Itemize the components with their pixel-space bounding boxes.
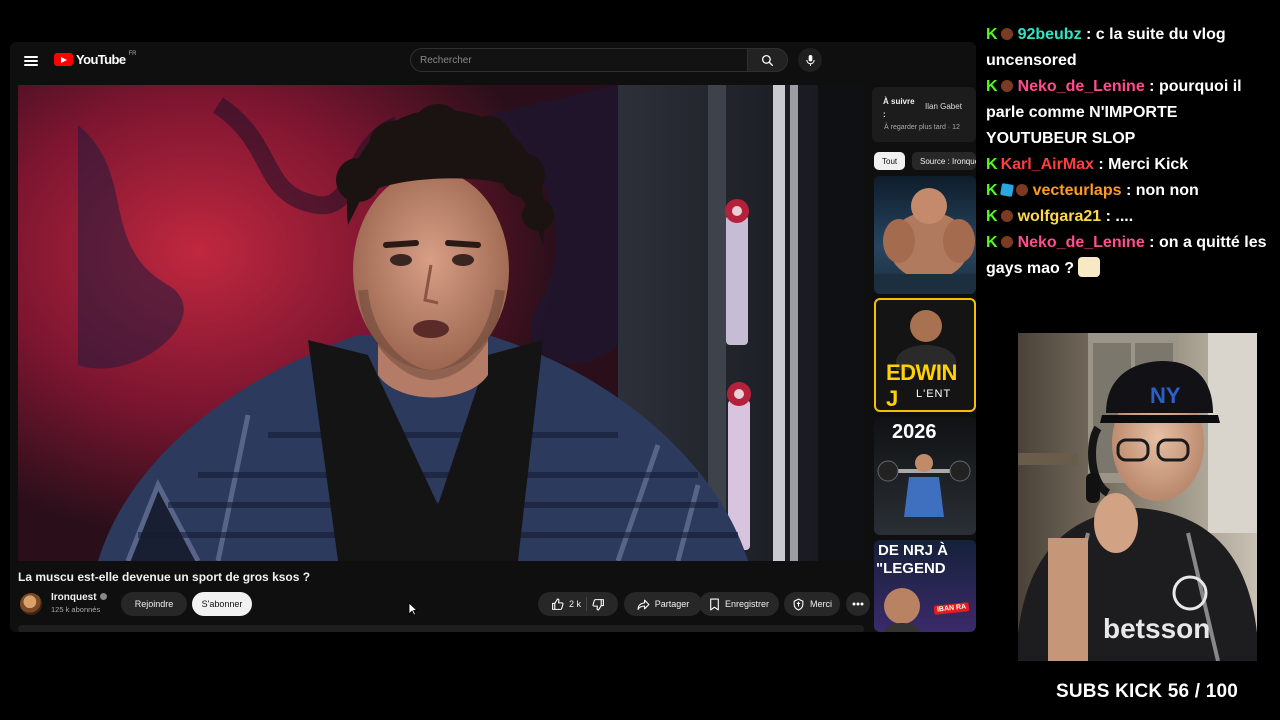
more-icon [852,602,864,606]
webcam-frame: betsson NY [1018,333,1257,661]
join-button[interactable]: Rejoindre [121,592,187,616]
user-badge-icon [1000,80,1013,92]
up-next-card[interactable]: À suivre : Ilan Gabet À regarder plus ta… [872,87,976,142]
video-player[interactable] [18,85,864,561]
share-label: Partager [654,599,690,609]
recommended-thumbnail-4[interactable]: DE NRJ À "LEGEND IBAN RA [874,540,976,632]
kick-icon: K [986,26,998,43]
menu-icon[interactable] [24,54,38,68]
user-badge-icon [1000,236,1013,248]
youtube-logo-text: YouTube [76,52,126,67]
up-next-label: À suivre : [883,97,915,119]
mouse-cursor-icon [408,602,418,616]
like-divider [586,597,587,611]
svg-text:betsson: betsson [1103,613,1210,644]
user-badge-icon [1015,184,1028,196]
bookmark-icon [710,598,719,610]
dislike-icon[interactable] [592,598,605,611]
chat-message: K 92beubz : c la suite du vlog uncensored [986,22,1276,74]
thanks-button[interactable]: Merci [784,592,840,616]
chat-username[interactable]: Karl_AirMax [1001,156,1094,173]
channel-name-text: Ironquest [51,592,97,603]
microphone-icon [805,54,815,66]
video-frame [18,85,864,561]
thanks-label: Merci [810,599,832,609]
subs-goal-counter: SUBS KICK 56 / 100 [1056,681,1239,702]
youtube-header: YouTube FR [10,42,976,82]
thumbnail-4-line1: DE NRJ À [878,542,949,559]
cube-badge-icon [999,183,1014,197]
share-button[interactable]: Partager [624,592,702,616]
watch-later-label: À regarder plus tard · 12 [884,124,960,131]
like-dislike-group: 2 k [538,592,618,616]
search-button[interactable] [748,48,788,72]
channel-avatar[interactable] [20,593,42,615]
chat-message: K Karl_AirMax : Merci Kick [986,152,1276,178]
thumbnail-2-title: EDWIN J [886,360,957,411]
stream-chat: K 92beubz : c la suite du vlog uncensored… [986,22,1276,282]
recommended-thumbnail-1[interactable] [874,176,976,294]
youtube-play-icon [54,53,73,66]
search-input[interactable] [411,49,747,71]
chat-text: : Merci Kick [1098,156,1189,173]
voice-search-button[interactable] [798,48,822,72]
kick-icon: K [986,182,998,199]
region-code: FR [128,50,137,57]
chat-text: : .... [1105,208,1134,225]
search-box [410,48,748,72]
thumbnail-3-title: 2026 [892,421,937,443]
video-owner-row: Ironquest 125 k abonnés Rejoindre S'abon… [18,591,870,619]
chat-message: K Neko_de_Lenine : pourquoi il parle comm… [986,74,1276,152]
search-icon [761,54,774,66]
save-button[interactable]: Enregistrer [699,592,779,616]
description-preview-bar[interactable] [18,625,864,632]
chat-username[interactable]: vecteurlaps [1033,182,1122,199]
streamer-webcam: betsson NY [1018,333,1257,661]
save-label: Enregistrer [724,599,769,609]
verified-icon [99,593,107,600]
like-icon[interactable] [551,598,564,611]
kick-icon: K [986,208,998,225]
youtube-logo[interactable]: YouTube FR [54,50,137,67]
chat-message: K Neko_de_Lenine : on a quitté les gays m… [986,230,1276,282]
thumbnail-image [874,188,976,294]
video-title: La muscu est-elle devenue un sport de gr… [18,570,311,584]
chat-username[interactable]: Neko_de_Lenine [1018,234,1145,251]
chat-message: Kvecteurlaps : non non [986,178,1276,204]
svg-text:NY: NY [1150,383,1181,408]
chat-username[interactable]: wolfgara21 [1018,208,1102,225]
more-actions-button[interactable] [846,592,870,616]
chat-username[interactable]: Neko_de_Lenine [1018,78,1145,95]
chat-text: : non non [1125,182,1199,199]
user-badge-icon [1000,210,1013,222]
chip-all[interactable]: Tout [874,152,906,170]
thumbnail-4-line2: "LEGEND [876,560,946,577]
user-badge-icon [1000,28,1013,40]
thanks-icon [793,597,804,610]
up-next-channel: Ilan Gabet [925,102,962,111]
chip-source[interactable]: Source : Ironquest [912,152,976,170]
chat-username[interactable]: 92beubz [1018,26,1082,43]
recommended-thumbnail-2[interactable]: EDWIN J L'ENT [874,298,976,412]
chat-message: Kwolfgara21 : .... [986,204,1276,230]
kick-icon: K [986,234,998,251]
like-count[interactable]: 2 k [569,599,581,609]
subscribe-button[interactable]: S'abonner [192,592,252,616]
subscriber-count: 125 k abonnés [51,605,101,614]
recommended-thumbnail-3[interactable]: 2026 [874,417,976,535]
kick-icon: K [986,156,998,173]
channel-name[interactable]: Ironquest [51,592,107,603]
share-icon [637,599,650,610]
youtube-window: YouTube FR Rechercher La muscu est-elle … [10,42,976,632]
thumbnail-2-subtitle: L'ENT [916,388,952,400]
emote-icon [1078,257,1101,277]
kick-icon: K [986,78,998,95]
